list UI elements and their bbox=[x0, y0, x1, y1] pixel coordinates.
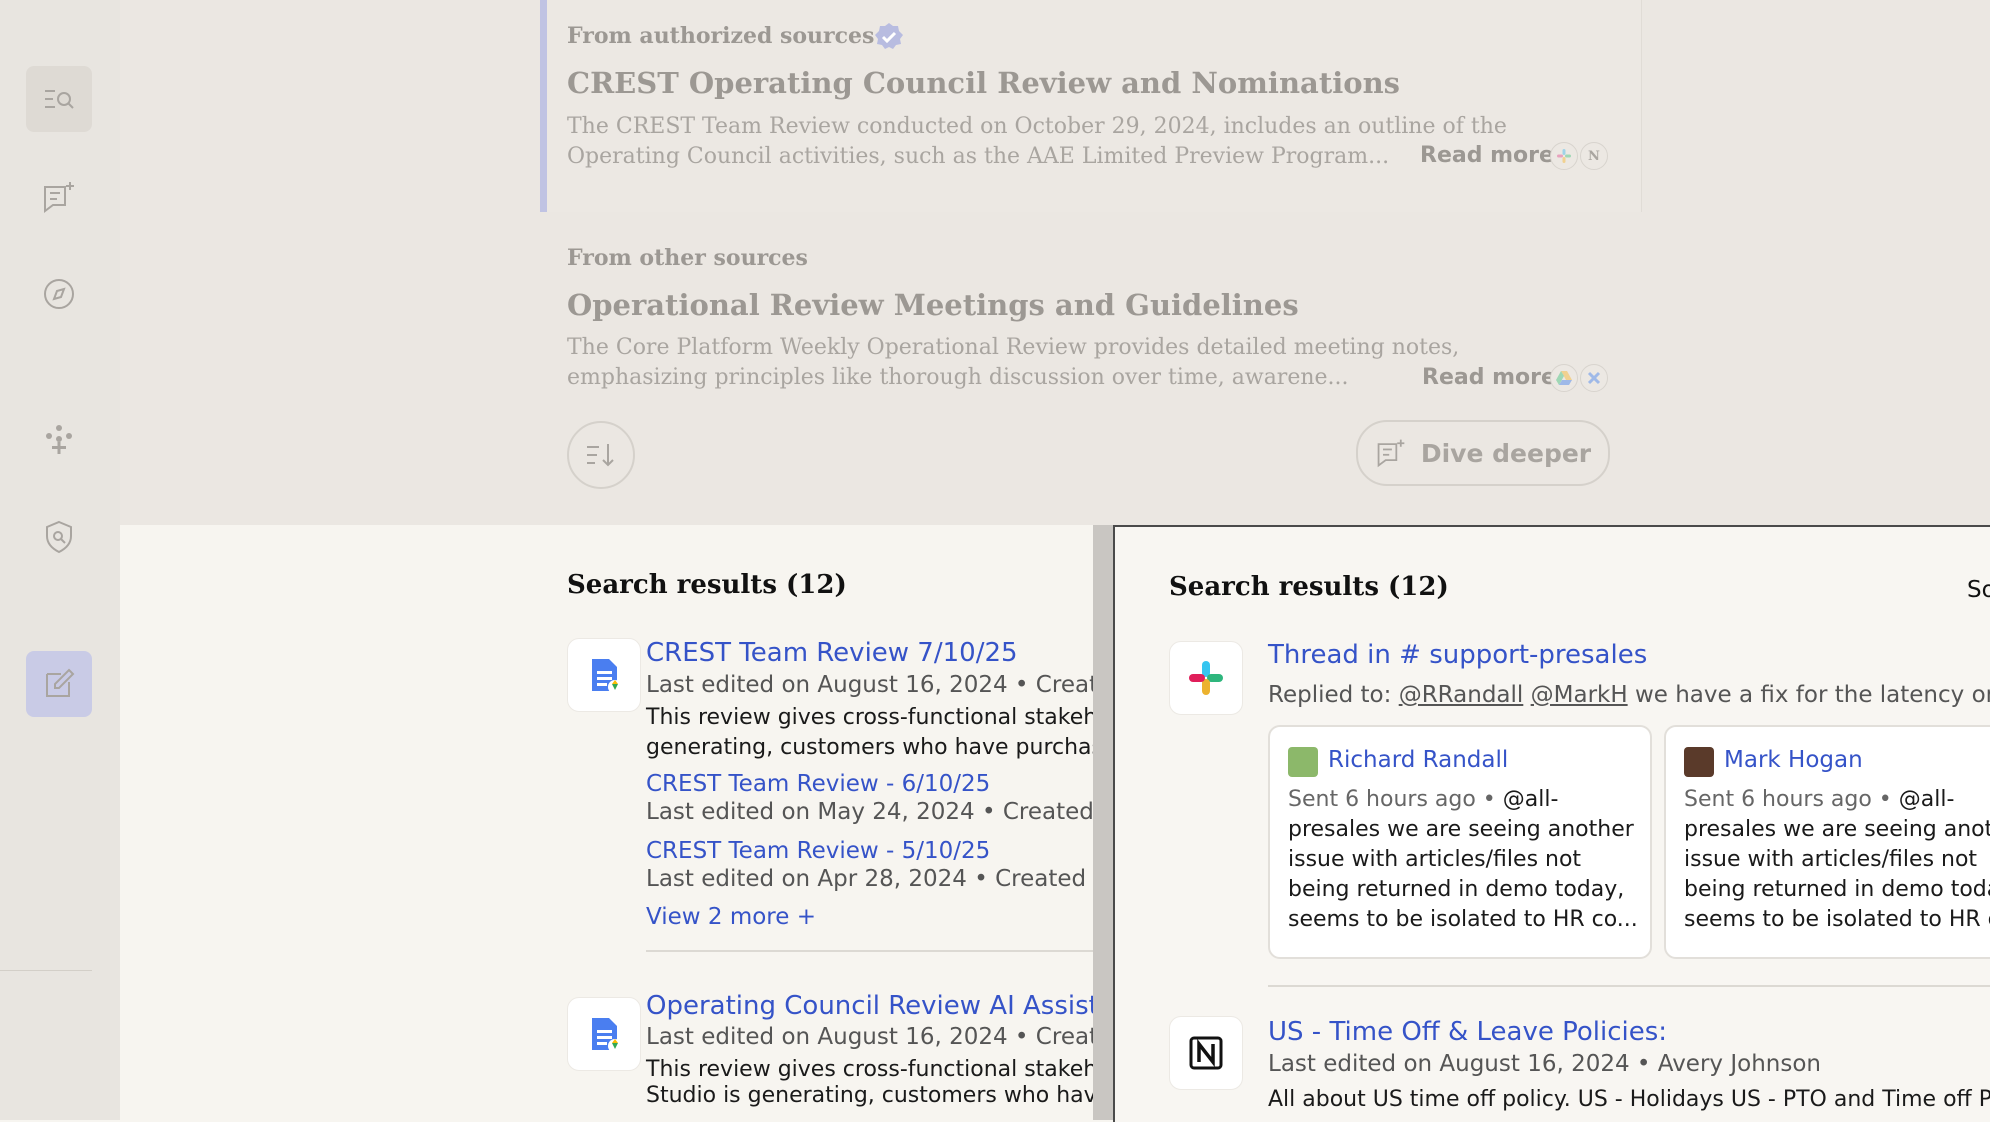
sub-result-title[interactable]: CREST Team Review - 5/10/25 bbox=[646, 838, 990, 864]
right-results-heading: Search results (12) bbox=[1169, 572, 1449, 602]
chat-sparkle-icon bbox=[1377, 439, 1405, 468]
sort-icon bbox=[587, 444, 614, 467]
authorized-read-more[interactable]: Read more bbox=[1420, 143, 1554, 168]
agents-nav-button[interactable] bbox=[26, 407, 92, 473]
result-icon bbox=[567, 997, 641, 1071]
compose-nav-button[interactable] bbox=[26, 651, 92, 717]
search-nav-button[interactable] bbox=[26, 66, 92, 132]
result-snippet-line: All about US time off policy. US - Holid… bbox=[1268, 1087, 1990, 1112]
left-rail bbox=[0, 0, 120, 1120]
authorized-title[interactable]: CREST Operating Council Review and Nomin… bbox=[567, 66, 1400, 100]
notion-icon: N bbox=[1580, 142, 1608, 170]
message-card[interactable]: Mark Hogan Sent 6 hours ago • @all-presa… bbox=[1664, 725, 1990, 959]
left-results-pane: Search results (12) CREST Team Review 7/… bbox=[120, 525, 1093, 1120]
left-results-heading: Search results (12) bbox=[567, 570, 847, 600]
result-title[interactable]: Thread in # support-presales bbox=[1268, 640, 1647, 670]
result-snippet-line: This review gives cross-functional stake… bbox=[646, 705, 1093, 730]
google-docs-icon bbox=[592, 1018, 622, 1053]
avatar bbox=[1684, 747, 1714, 777]
sub-result-meta: Last edited on May 24, 2024 • Created by bbox=[646, 799, 1093, 825]
slack-icon bbox=[1550, 142, 1578, 170]
result-icon bbox=[567, 638, 641, 712]
message-body: Sent 6 hours ago • @all-presales we are … bbox=[1684, 787, 1990, 932]
admin-nav-button[interactable] bbox=[26, 504, 92, 570]
sort-button[interactable] bbox=[567, 421, 635, 489]
result-title[interactable]: CREST Team Review 7/10/25 bbox=[646, 638, 1018, 668]
sub-result-meta: Last edited on Apr 28, 2024 • Created by… bbox=[646, 866, 1093, 892]
message-body: Sent 6 hours ago • @all-presales we are … bbox=[1288, 787, 1638, 932]
other-read-more[interactable]: Read more bbox=[1422, 365, 1556, 390]
shield-search-icon bbox=[46, 520, 72, 554]
message-author[interactable]: Richard Randall bbox=[1328, 747, 1508, 773]
thread-replied-to: Replied to: @RRandall @MarkH we have a f… bbox=[1268, 682, 1990, 708]
message-card[interactable]: Richard Randall Sent 6 hours ago • @all-… bbox=[1268, 725, 1652, 959]
verified-badge-icon bbox=[875, 23, 903, 49]
explore-nav-button[interactable] bbox=[26, 261, 92, 327]
authorized-label: From authorized sources bbox=[567, 23, 875, 49]
result-title[interactable]: US - Time Off & Leave Policies: bbox=[1268, 1017, 1667, 1047]
nodes-icon bbox=[46, 425, 72, 454]
result-title[interactable]: Operating Council Review AI Assista bbox=[646, 991, 1093, 1021]
result-meta: Last edited on August 16, 2024 • Avery J… bbox=[1268, 1051, 1821, 1077]
dive-deeper-button[interactable]: Dive deeper bbox=[1356, 420, 1610, 486]
message-author[interactable]: Mark Hogan bbox=[1724, 747, 1863, 773]
dive-deeper-label: Dive deeper bbox=[1420, 438, 1592, 468]
chat-nav-button[interactable] bbox=[26, 164, 92, 230]
result-snippet-line: Studio is generating, customers who have bbox=[646, 1083, 1093, 1108]
right-results-pane: Search results (12) So Thread in # suppo… bbox=[1113, 525, 1990, 1122]
compass-icon bbox=[44, 279, 74, 309]
slack-icon bbox=[1189, 661, 1223, 695]
google-docs-icon bbox=[592, 659, 622, 694]
other-source-icons bbox=[1550, 364, 1608, 392]
result-icon bbox=[1169, 1016, 1243, 1090]
avatar bbox=[1288, 747, 1318, 777]
authorized-description: The CREST Team Review conducted on Octob… bbox=[567, 114, 1507, 169]
mention-link[interactable]: @MarkH bbox=[1531, 682, 1628, 708]
authorized-source-icons: N bbox=[1550, 142, 1608, 170]
edit-icon bbox=[46, 668, 75, 697]
result-snippet-line: generating, customers who have purchas bbox=[646, 735, 1093, 760]
sort-label[interactable]: So bbox=[1967, 577, 1990, 603]
view-more-link[interactable]: View 2 more + bbox=[646, 904, 816, 930]
other-title[interactable]: Operational Review Meetings and Guidelin… bbox=[567, 288, 1299, 322]
search-list-icon bbox=[45, 90, 74, 109]
chat-sparkle-icon bbox=[44, 182, 74, 213]
mention-link[interactable]: @RRandall bbox=[1399, 682, 1524, 708]
other-description: The Core Platform Weekly Operational Rev… bbox=[567, 335, 1460, 390]
result-divider bbox=[1268, 985, 1990, 987]
result-meta: Last edited on August 16, 2024 • Created bbox=[646, 1024, 1093, 1050]
result-divider bbox=[646, 950, 1093, 952]
result-icon bbox=[1169, 641, 1243, 715]
notion-icon bbox=[1189, 1036, 1223, 1070]
other-sources-label: From other sources bbox=[567, 245, 808, 271]
google-drive-icon bbox=[1550, 364, 1578, 392]
pane-scrollbar[interactable] bbox=[1093, 525, 1113, 1120]
sub-result-title[interactable]: CREST Team Review - 6/10/25 bbox=[646, 771, 990, 797]
tool-icon bbox=[1580, 364, 1608, 392]
rail-divider bbox=[0, 970, 92, 971]
result-meta: Last edited on August 16, 2024 • Created bbox=[646, 672, 1093, 698]
